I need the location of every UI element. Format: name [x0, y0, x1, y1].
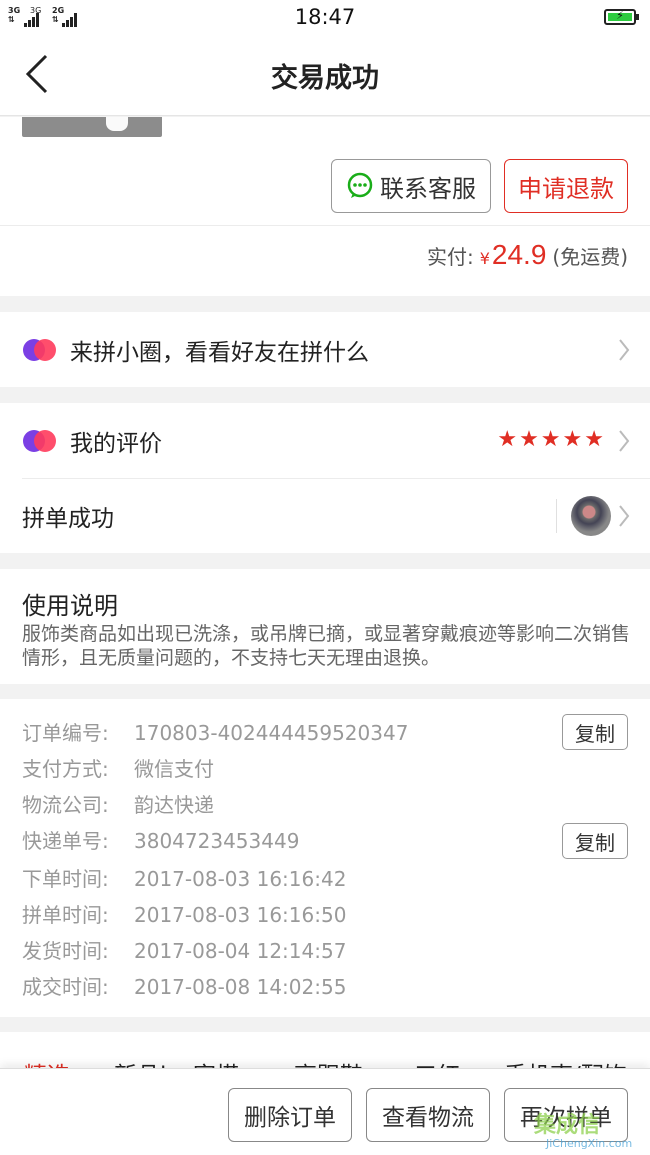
- circle-label: 来拼小圈，看看好友在拼什么: [70, 339, 369, 366]
- order-time-value: 2017-08-03 16:16:42: [134, 867, 347, 891]
- chevron-right-icon: [619, 429, 630, 452]
- star-icon: ★: [584, 427, 604, 452]
- payment-method-value: 微信支付: [134, 757, 214, 781]
- group-success-row[interactable]: 拼单成功: [0, 478, 650, 553]
- order-time-row: 下单时间: 2017-08-03 16:16:42: [22, 863, 346, 892]
- view-logistics-button[interactable]: 查看物流: [366, 1088, 490, 1142]
- payment-method-key: 支付方式:: [22, 757, 109, 781]
- star-icon: ★: [562, 427, 583, 452]
- order-number-key: 订单编号:: [22, 721, 109, 745]
- group-time-value: 2017-08-03 16:16:50: [134, 903, 347, 927]
- clock: 18:47: [294, 5, 356, 29]
- payment-total: 实付: ¥ 24.9 (免运费): [427, 239, 628, 271]
- chevron-right-icon: [619, 338, 630, 361]
- divider: [0, 225, 650, 226]
- paid-amount: 24.9: [491, 239, 547, 270]
- group-time-key: 拼单时间:: [22, 903, 109, 927]
- nav-bar: 交易成功: [0, 36, 650, 116]
- contact-service-label: 联系客服: [380, 174, 476, 203]
- delete-order-button[interactable]: 删除订单: [228, 1088, 352, 1142]
- currency-symbol: ¥: [479, 249, 490, 268]
- my-review-label: 我的评价: [70, 430, 162, 457]
- star-icon: ★: [519, 427, 539, 452]
- review-group-card: 我的评价 ★ ★ ★ ★ ★ 拼单成功: [0, 403, 650, 553]
- tracking-number-row: 快递单号: 3804723453449: [22, 825, 299, 854]
- tracking-number-value: 3804723453449: [134, 829, 300, 853]
- vertical-divider: [556, 498, 557, 533]
- deal-time-row: 成交时间: 2017-08-08 14:02:55: [22, 971, 346, 1000]
- order-info-card: [0, 699, 650, 1017]
- recommendation-tabs: 精选 新品ins穿搭 高跟鞋 口红 手机壳/配饰: [0, 1032, 650, 1070]
- wechat-icon: [347, 172, 373, 198]
- ship-time-row: 发货时间: 2017-08-04 12:14:57: [22, 935, 346, 964]
- chevron-right-icon: [619, 504, 630, 527]
- bottom-action-bar: 删除订单 查看物流 再次拼单 集成信 JiChengXin.com: [0, 1068, 650, 1155]
- order-number-row: 订单编号: 170803-402444459520347: [22, 717, 408, 746]
- battery-icon: ⚡: [604, 9, 639, 25]
- avatar[interactable]: [571, 495, 611, 536]
- circle-card: 来拼小圈，看看好友在拼什么: [0, 312, 650, 387]
- logistics-company-value: 韵达快递: [134, 793, 214, 817]
- order-summary-card: 联系客服 申请退款 实付: ¥ 24.9 (免运费): [0, 117, 650, 296]
- deal-time-value: 2017-08-08 14:02:55: [134, 975, 347, 999]
- pinduoduo-logo-icon: [23, 338, 56, 361]
- ship-time-value: 2017-08-04 12:14:57: [134, 939, 347, 963]
- deal-time-key: 成交时间:: [22, 975, 109, 999]
- rating-stars: ★ ★ ★ ★ ★: [495, 427, 604, 453]
- tracking-number-key: 快递单号:: [22, 829, 109, 853]
- usage-title: 使用说明: [22, 592, 118, 620]
- payment-method-row: 支付方式: 微信支付: [22, 753, 214, 782]
- star-icon: ★: [540, 427, 561, 452]
- my-review-row[interactable]: 我的评价 ★ ★ ★ ★ ★: [0, 403, 650, 478]
- product-thumbnail[interactable]: [22, 117, 162, 137]
- paid-label: 实付:: [426, 245, 474, 269]
- watermark-logo: 集成信 JiChengXin.com: [534, 1113, 633, 1150]
- order-detail-page: 3G ⇅ 3G 2G ⇅ 18:47 ⚡ 交易成功 联系客服 申请退款 实付: …: [0, 0, 650, 1155]
- pinduoduo-logo-icon: [23, 429, 56, 452]
- order-time-key: 下单时间:: [22, 867, 109, 891]
- ship-time-key: 发货时间:: [22, 939, 109, 963]
- logistics-company-key: 物流公司:: [22, 793, 109, 817]
- refund-button[interactable]: 申请退款: [504, 159, 628, 213]
- contact-service-button[interactable]: 联系客服: [331, 159, 491, 213]
- group-time-row: 拼单时间: 2017-08-03 16:16:50: [22, 899, 346, 928]
- logistics-company-row: 物流公司: 韵达快递: [22, 789, 214, 818]
- copy-order-number-button[interactable]: 复制: [562, 714, 628, 750]
- star-icon: ★: [497, 427, 518, 452]
- copy-tracking-number-button[interactable]: 复制: [562, 823, 628, 859]
- page-title: 交易成功: [271, 63, 379, 94]
- order-number-value: 170803-402444459520347: [134, 721, 409, 745]
- usage-body: 服饰类商品如出现已洗涤，或吊牌已摘，或显著穿戴痕迹等影响二次销售情形，且无质量问…: [22, 623, 631, 669]
- circle-row[interactable]: 来拼小圈，看看好友在拼什么: [0, 312, 650, 387]
- group-success-label: 拼单成功: [22, 505, 114, 532]
- status-bar: 3G ⇅ 3G 2G ⇅ 18:47 ⚡: [0, 0, 650, 36]
- shipping-note: (免运费): [552, 245, 628, 269]
